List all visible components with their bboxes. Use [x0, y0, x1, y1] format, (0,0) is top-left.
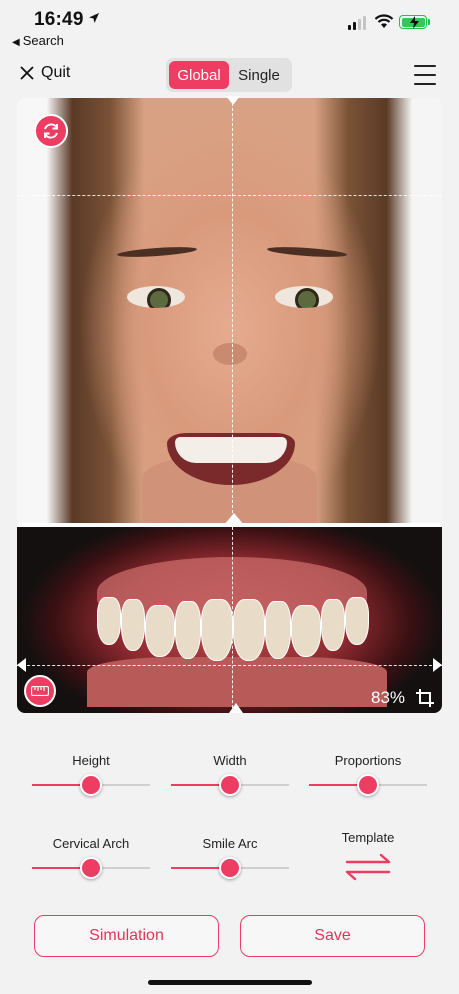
quit-label: Quit [41, 64, 71, 81]
photo-tooth [175, 601, 201, 659]
hamburger-menu-icon[interactable] [414, 65, 436, 85]
cervical-arch-label: Cervical Arch [52, 836, 130, 851]
photo-left-brow [116, 245, 198, 259]
simulation-button[interactable]: Simulation [34, 915, 219, 957]
height-slider-thumb[interactable] [80, 774, 102, 796]
cervical-arch-slider-thumb[interactable] [80, 857, 102, 879]
teeth-photo[interactable]: 83% [17, 527, 442, 713]
height-slider[interactable] [32, 774, 150, 796]
proportions-label: Proportions [334, 753, 402, 768]
width-slider[interactable] [171, 774, 289, 796]
proportions-slider[interactable] [309, 774, 427, 796]
proportions-slider-group: Proportions [309, 753, 427, 796]
photo-tooth [97, 597, 121, 645]
height-slider-group: Height [32, 753, 150, 796]
crop-icon[interactable] [415, 688, 435, 708]
width-label: Width [213, 753, 247, 768]
occlusal-left-handle[interactable] [17, 658, 26, 672]
cellular-signal-icon [348, 16, 366, 30]
battery-tip [428, 19, 430, 25]
photo-right-eye [275, 286, 333, 308]
rotate-cycle-icon [44, 123, 58, 139]
height-label: Height [72, 753, 110, 768]
photo-tooth [291, 605, 321, 657]
close-icon [20, 66, 34, 80]
smile-arc-slider-thumb[interactable] [219, 857, 241, 879]
top-nav: Quit Global Single [0, 56, 459, 96]
charging-bolt-icon [409, 15, 419, 29]
back-app-label: Search [22, 33, 64, 48]
photo-tooth [321, 599, 345, 651]
cervical-arch-slider-group: Cervical Arch [32, 836, 150, 879]
smile-arc-label: Smile Arc [202, 836, 258, 851]
wifi-icon [374, 14, 394, 28]
status-time: 16:49 [34, 9, 84, 30]
save-button[interactable]: Save [240, 915, 425, 957]
segment-global[interactable]: Global [169, 61, 229, 89]
width-slider-thumb[interactable] [219, 774, 241, 796]
photo-nose [213, 343, 247, 365]
photo-tooth [121, 599, 145, 651]
photo-tooth [145, 605, 175, 657]
location-arrow-icon [89, 13, 99, 23]
view-mode-segmented-control: Global Single [166, 58, 292, 92]
home-indicator[interactable] [148, 980, 312, 985]
segment-single[interactable]: Single [229, 61, 289, 89]
rotate-button[interactable] [34, 114, 68, 148]
photo-tooth [201, 599, 233, 661]
photo-tooth [233, 599, 265, 661]
back-to-app-link[interactable]: ◀ Search [12, 33, 64, 48]
smile-arc-slider[interactable] [171, 857, 289, 879]
template-control: Template [309, 830, 427, 886]
battery-icon [399, 15, 427, 29]
dental-midline-guide[interactable] [232, 527, 233, 713]
back-triangle-icon: ◀ [12, 37, 20, 48]
zoom-level: 83% [371, 688, 406, 707]
quit-button[interactable]: Quit [20, 64, 70, 82]
photo-right-brow [266, 245, 348, 259]
ruler-button[interactable] [24, 675, 56, 707]
cervical-arch-slider[interactable] [32, 857, 150, 879]
midline-bottom-handle[interactable] [229, 703, 243, 713]
proportions-slider-thumb[interactable] [357, 774, 379, 796]
status-bar: 16:49 ◀ Search [0, 0, 459, 56]
template-label: Template [341, 830, 395, 845]
face-photo[interactable] [17, 98, 442, 523]
smile-arc-slider-group: Smile Arc [171, 836, 289, 879]
photo-tooth [345, 597, 369, 645]
ruler-icon [31, 686, 49, 696]
photo-tooth [265, 601, 291, 659]
midline-top-handle[interactable] [226, 96, 240, 106]
photo-left-eye [127, 286, 185, 308]
interpupillary-guide-line[interactable] [17, 195, 442, 196]
occlusal-right-handle[interactable] [433, 658, 442, 672]
facial-midline-guide[interactable] [232, 98, 233, 523]
swap-arrows-icon[interactable] [343, 853, 393, 881]
width-slider-group: Width [171, 753, 289, 796]
occlusal-guide-line[interactable] [17, 665, 442, 666]
